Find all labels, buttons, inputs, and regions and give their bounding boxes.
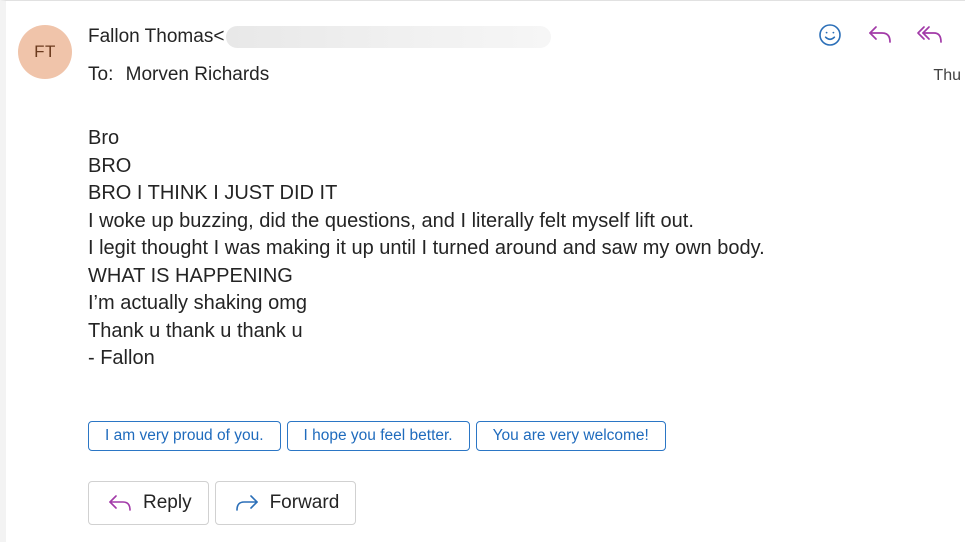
reply-all-icon[interactable]: [914, 21, 946, 49]
message-line: I woke up buzzing, did the questions, an…: [88, 209, 694, 232]
recipient-line: To: Morven Richards: [88, 64, 269, 86]
message-line: BRO: [88, 154, 132, 177]
reply-label: Reply: [143, 492, 192, 513]
smiley-icon[interactable]: [814, 21, 846, 49]
suggested-replies: I am very proud of you. I hope you feel …: [88, 421, 666, 451]
message-line: I’m actually shaking omg: [88, 292, 307, 314]
avatar-initials: FT: [34, 42, 56, 61]
message-line: WHAT IS HAPPENING: [88, 264, 293, 287]
forward-label: Forward: [269, 492, 340, 513]
message-date: Thu: [933, 67, 961, 84]
message-line: Thank u thank u thank u: [88, 319, 303, 342]
forward-arrow-icon: [234, 493, 260, 513]
sender-line[interactable]: Fallon Thomas<: [88, 26, 552, 48]
to-label: To:: [88, 64, 114, 85]
message-line: BRO I THINK I JUST DID IT: [88, 182, 338, 204]
message-line: - Fallon: [88, 347, 155, 369]
recipient-name[interactable]: Morven Richards: [126, 64, 270, 85]
response-buttons: Reply Forward: [88, 481, 357, 525]
message-line: Bro: [88, 127, 120, 149]
forward-button[interactable]: Forward: [214, 481, 357, 525]
redacted-email: [226, 26, 552, 48]
reply-arrow-icon: [107, 493, 133, 513]
suggested-reply-button[interactable]: I hope you feel better.: [286, 421, 470, 451]
suggested-reply-button[interactable]: You are very welcome!: [475, 421, 666, 451]
message-line: I legit thought I was making it up until…: [88, 237, 765, 259]
reply-button[interactable]: Reply: [88, 481, 209, 525]
message-reading-pane: FT Fallon Thomas< To: Morven Richards Th…: [0, 0, 965, 542]
message-body: Bro BRO BRO I THINK I JUST DID IT I woke…: [88, 125, 765, 373]
sender-name[interactable]: Fallon Thomas<: [88, 26, 224, 48]
message-actions: [814, 21, 946, 49]
reply-arrow-icon[interactable]: [864, 21, 896, 49]
suggested-reply-button[interactable]: I am very proud of you.: [88, 421, 281, 451]
avatar[interactable]: FT: [18, 25, 72, 79]
